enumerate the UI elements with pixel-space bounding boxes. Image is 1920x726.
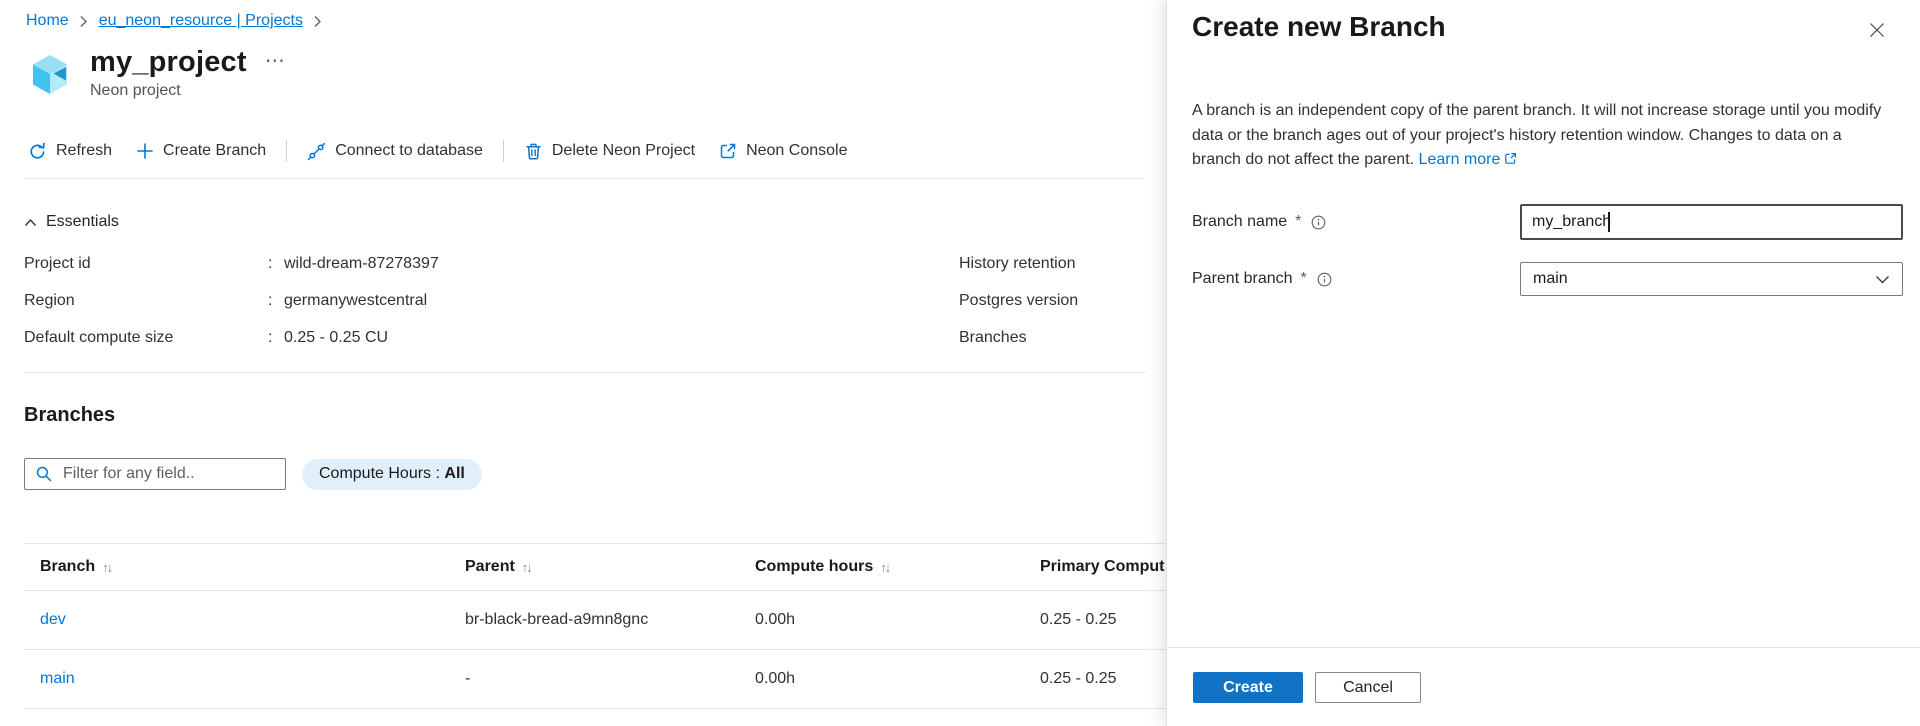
- toolbar-divider: [503, 140, 504, 162]
- refresh-button[interactable]: Refresh: [28, 142, 124, 161]
- required-asterisk: *: [1295, 213, 1301, 231]
- close-button[interactable]: [1864, 17, 1890, 43]
- field-label: Project id: [24, 255, 268, 273]
- branch-link[interactable]: main: [40, 670, 75, 687]
- toolbar-item-label: Delete Neon Project: [552, 142, 695, 160]
- breadcrumb-home-link[interactable]: Home: [26, 12, 69, 30]
- text-cursor: [1608, 212, 1610, 232]
- essentials-collapse-header[interactable]: Essentials: [24, 213, 119, 231]
- close-icon: [1869, 22, 1885, 38]
- column-header-compute-hours[interactable]: Compute hours ↑↓: [755, 558, 1040, 576]
- column-header-label: Compute hours: [755, 558, 873, 576]
- learn-more-label: Learn more: [1419, 151, 1501, 168]
- breadcrumb: Home eu_neon_resource | Projects: [26, 12, 323, 30]
- branch-name-input[interactable]: [1520, 204, 1903, 240]
- external-link-icon: [1504, 152, 1517, 165]
- cell-parent: -: [465, 670, 755, 688]
- cell-parent: br-black-bread-a9mn8gnc: [465, 611, 755, 629]
- branch-link[interactable]: dev: [40, 611, 66, 628]
- toolbar-item-label: Neon Console: [746, 142, 847, 160]
- page-subtitle: Neon project: [90, 82, 247, 100]
- chevron-right-icon: [79, 15, 89, 28]
- field-value: 0.25 - 0.25 CU: [284, 329, 388, 347]
- more-options-button[interactable]: ⋯: [265, 48, 286, 73]
- sort-icon: ↑↓: [522, 560, 531, 575]
- column-header-label: Branch: [40, 558, 95, 576]
- select-value: main: [1533, 270, 1568, 288]
- pill-value: All: [444, 465, 464, 483]
- project-page: Home eu_neon_resource | Projects my_proj…: [0, 0, 1167, 726]
- parent-branch-label: Parent branch: [1192, 270, 1293, 288]
- cell-compute-hours: 0.00h: [755, 611, 1040, 629]
- essentials-row: Default compute size : 0.25 - 0.25 CU: [24, 329, 439, 366]
- filter-input[interactable]: [24, 458, 286, 490]
- column-header-branch[interactable]: Branch ↑↓: [40, 558, 465, 576]
- info-icon[interactable]: [1311, 215, 1326, 230]
- info-icon[interactable]: [1317, 272, 1332, 287]
- toolbar-item-label: Create Branch: [163, 142, 266, 160]
- colon: :: [268, 255, 284, 273]
- colon: :: [268, 329, 284, 347]
- chevron-up-icon: [24, 218, 37, 227]
- learn-more-link[interactable]: Learn more: [1419, 151, 1518, 168]
- create-button[interactable]: Create: [1193, 672, 1303, 703]
- create-branch-panel: Create new Branch A branch is an indepen…: [1166, 0, 1920, 726]
- page-title: my_project: [90, 46, 247, 78]
- parent-branch-select[interactable]: main: [1520, 262, 1903, 296]
- cancel-button[interactable]: Cancel: [1315, 672, 1421, 703]
- trash-icon: [524, 142, 543, 161]
- external-link-icon: [719, 142, 737, 160]
- branch-name-label: Branch name: [1192, 213, 1287, 231]
- sort-icon: ↑↓: [102, 560, 111, 575]
- column-header-parent[interactable]: Parent ↑↓: [465, 558, 755, 576]
- project-header: my_project Neon project ⋯: [28, 46, 286, 100]
- required-asterisk: *: [1301, 270, 1307, 288]
- column-header-label: Parent: [465, 558, 515, 576]
- field-value: germanywestcentral: [284, 292, 427, 310]
- divider: [24, 178, 1146, 179]
- pill-label: Compute Hours :: [319, 465, 444, 483]
- essentials-row: Project id : wild-dream-87278397: [24, 255, 439, 292]
- breadcrumb-resource-link[interactable]: eu_neon_resource | Projects: [99, 12, 303, 30]
- delete-neon-project-button[interactable]: Delete Neon Project: [512, 142, 707, 161]
- neon-console-button[interactable]: Neon Console: [707, 142, 859, 160]
- essentials-left-column: Project id : wild-dream-87278397 Region …: [24, 255, 439, 366]
- sort-icon: ↑↓: [880, 560, 889, 575]
- essentials-title: Essentials: [46, 213, 119, 231]
- neon-project-icon: [28, 52, 72, 98]
- chevron-right-icon: [313, 15, 323, 28]
- branch-name-field-row: Branch name *: [1192, 204, 1896, 240]
- panel-footer-divider: [1167, 647, 1920, 648]
- parent-branch-field-row: Parent branch * main: [1192, 261, 1896, 297]
- colon: :: [268, 292, 284, 310]
- panel-title: Create new Branch: [1192, 11, 1446, 43]
- connect-icon: [307, 142, 326, 161]
- field-label: Region: [24, 292, 268, 310]
- panel-description: A branch is an independent copy of the p…: [1192, 99, 1892, 173]
- branches-filter-row: Compute Hours : All: [24, 458, 482, 490]
- toolbar-item-label: Connect to database: [335, 142, 483, 160]
- column-header-label: Primary Comput: [1040, 558, 1164, 576]
- command-bar: Refresh Create Branch Connect to databas…: [28, 136, 859, 166]
- plus-icon: [136, 142, 154, 160]
- field-label: Default compute size: [24, 329, 268, 347]
- essentials-row: Region : germanywestcentral: [24, 292, 439, 329]
- cell-compute-hours: 0.00h: [755, 670, 1040, 688]
- refresh-icon: [28, 142, 47, 161]
- toolbar-item-label: Refresh: [56, 142, 112, 160]
- divider: [24, 372, 1146, 373]
- compute-hours-filter-pill[interactable]: Compute Hours : All: [302, 459, 482, 490]
- chevron-down-icon: [1875, 275, 1890, 284]
- search-icon: [35, 465, 53, 483]
- field-value: wild-dream-87278397: [284, 255, 439, 273]
- create-branch-button[interactable]: Create Branch: [124, 142, 278, 160]
- toolbar-divider: [286, 140, 287, 162]
- connect-to-database-button[interactable]: Connect to database: [295, 142, 495, 161]
- branches-section-title: Branches: [24, 404, 115, 427]
- description-text: A branch is an independent copy of the p…: [1192, 102, 1881, 168]
